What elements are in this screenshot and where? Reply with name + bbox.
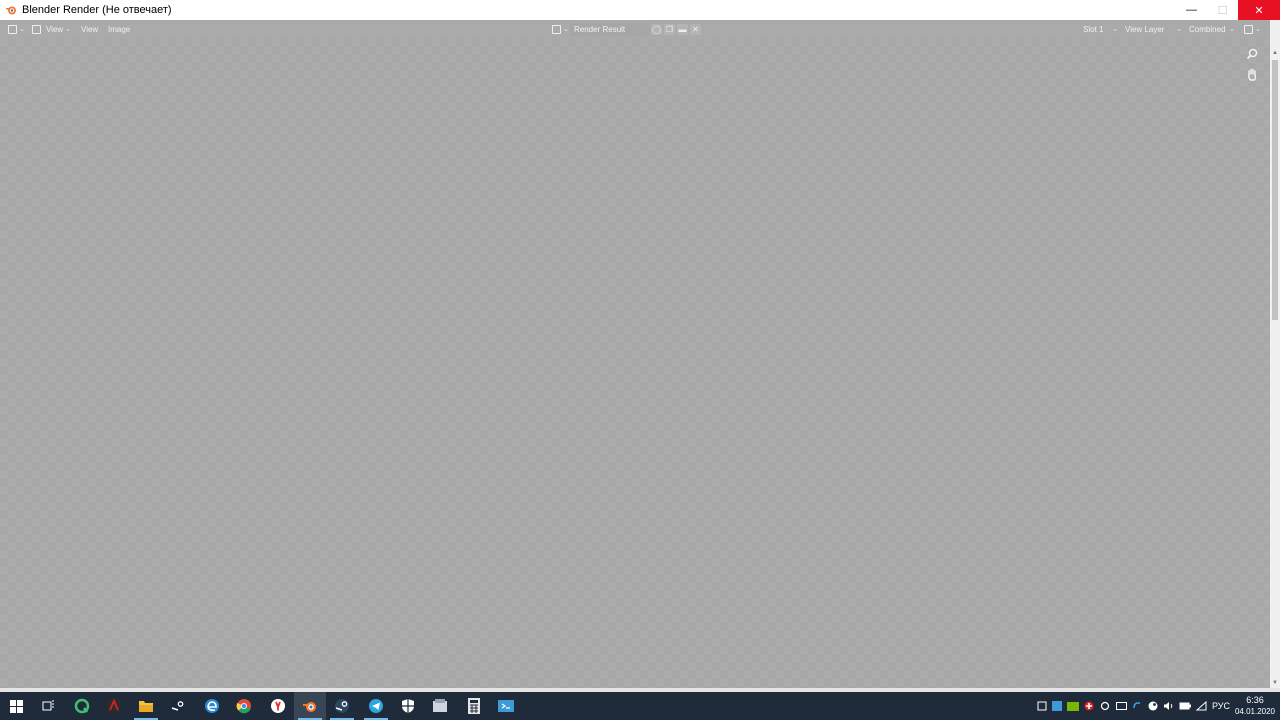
editor-type-icon[interactable] [8,25,17,34]
menu-image[interactable]: Image [108,20,130,39]
open-image-icon[interactable]: ▬ [677,24,688,35]
hand-pan-icon[interactable] [1244,66,1260,82]
chevron-down-icon[interactable]: ⌄ [1229,20,1235,39]
razer-icon[interactable] [98,692,130,720]
battery-icon[interactable] [1179,700,1191,712]
image-name-field[interactable]: Render Result [570,23,650,36]
maximize-button[interactable]: ☐ [1207,0,1238,20]
task-view-icon[interactable] [32,692,64,720]
chrome-icon[interactable] [228,692,260,720]
image-browse-icon[interactable] [552,25,561,34]
view-layer-dropdown[interactable]: View Layer [1125,20,1164,39]
fake-user-icon[interactable]: ◯ [651,24,662,35]
minimize-button[interactable]: — [1176,0,1207,20]
scroll-down-icon[interactable]: ▼ [1270,678,1280,688]
clock-date: 04.01.2020 [1234,707,1276,716]
clock-time: 6:36 [1246,695,1264,705]
show-hidden-icon[interactable] [1036,700,1048,712]
chevron-down-icon[interactable]: ⌄ [1176,20,1182,39]
slot-dropdown[interactable]: Slot 1 [1083,20,1103,39]
volume-icon[interactable] [1162,700,1174,712]
sync-icon[interactable] [1099,700,1111,712]
chevron-down-icon[interactable]: ⌄ [19,20,25,39]
new-image-icon[interactable]: ❐ [664,24,675,35]
chevron-down-icon[interactable]: ⌄ [65,20,71,39]
display-channels-icon[interactable] [1244,25,1253,34]
telegram-icon[interactable] [360,692,392,720]
wifi-icon[interactable] [1195,700,1207,712]
window-title: Blender Render (Не отвечает) [22,4,172,16]
scroll-up-icon[interactable]: ▲ [1270,48,1280,58]
antivirus-icon[interactable] [1083,700,1095,712]
calculator-icon[interactable] [458,692,490,720]
view-mode-dropdown[interactable]: View [46,20,63,39]
screen-app-icon[interactable] [490,692,522,720]
steam-app-icon[interactable] [326,692,358,720]
chevron-down-icon[interactable]: ⌄ [1255,20,1261,39]
qbittorrent-icon[interactable] [66,692,98,720]
window-titlebar: Blender Render (Не отвечает) — ☐ ✕ [0,0,1280,20]
start-icon[interactable] [0,692,32,720]
language-indicator[interactable]: РУС [1212,692,1230,720]
blender-logo-icon [4,3,18,17]
yandex-browser-icon[interactable] [262,692,294,720]
vertical-scrollbar[interactable]: ▲ ▼ [1270,20,1280,688]
file-explorer-icon[interactable] [130,692,162,720]
zoom-icon[interactable] [1244,46,1260,62]
clock[interactable]: 6:36 04.01.2020 [1234,695,1276,717]
edge-icon[interactable] [196,692,228,720]
scrollbar-thumb[interactable] [1272,60,1278,320]
menu-view[interactable]: View [81,20,98,39]
notes-icon[interactable] [424,692,456,720]
defender-shield-icon[interactable] [392,692,424,720]
keyboard-icon[interactable] [1115,700,1127,712]
blender-taskbar-icon[interactable] [294,692,326,720]
steam-tray-icon[interactable] [1147,700,1159,712]
render-pass-dropdown[interactable]: Combined [1189,20,1225,39]
unlink-icon[interactable]: ✕ [690,24,701,35]
image-editor-header: ⌄ View ⌄ View Image ⌄ Render Result ◯ ❐ … [0,20,1270,39]
tray-app-icon[interactable] [1051,700,1063,712]
chevron-down-icon[interactable]: ⌄ [563,20,569,39]
network-app-icon[interactable] [1131,700,1143,712]
windows-taskbar: РУС 6:36 04.01.2020 [0,692,1280,720]
view-mode-icon[interactable] [32,25,41,34]
close-button[interactable]: ✕ [1238,0,1280,20]
steam-icon[interactable] [162,692,194,720]
nvidia-icon[interactable] [1067,700,1079,712]
render-viewport[interactable] [0,39,1270,688]
chevron-down-icon[interactable]: ⌄ [1112,20,1118,39]
